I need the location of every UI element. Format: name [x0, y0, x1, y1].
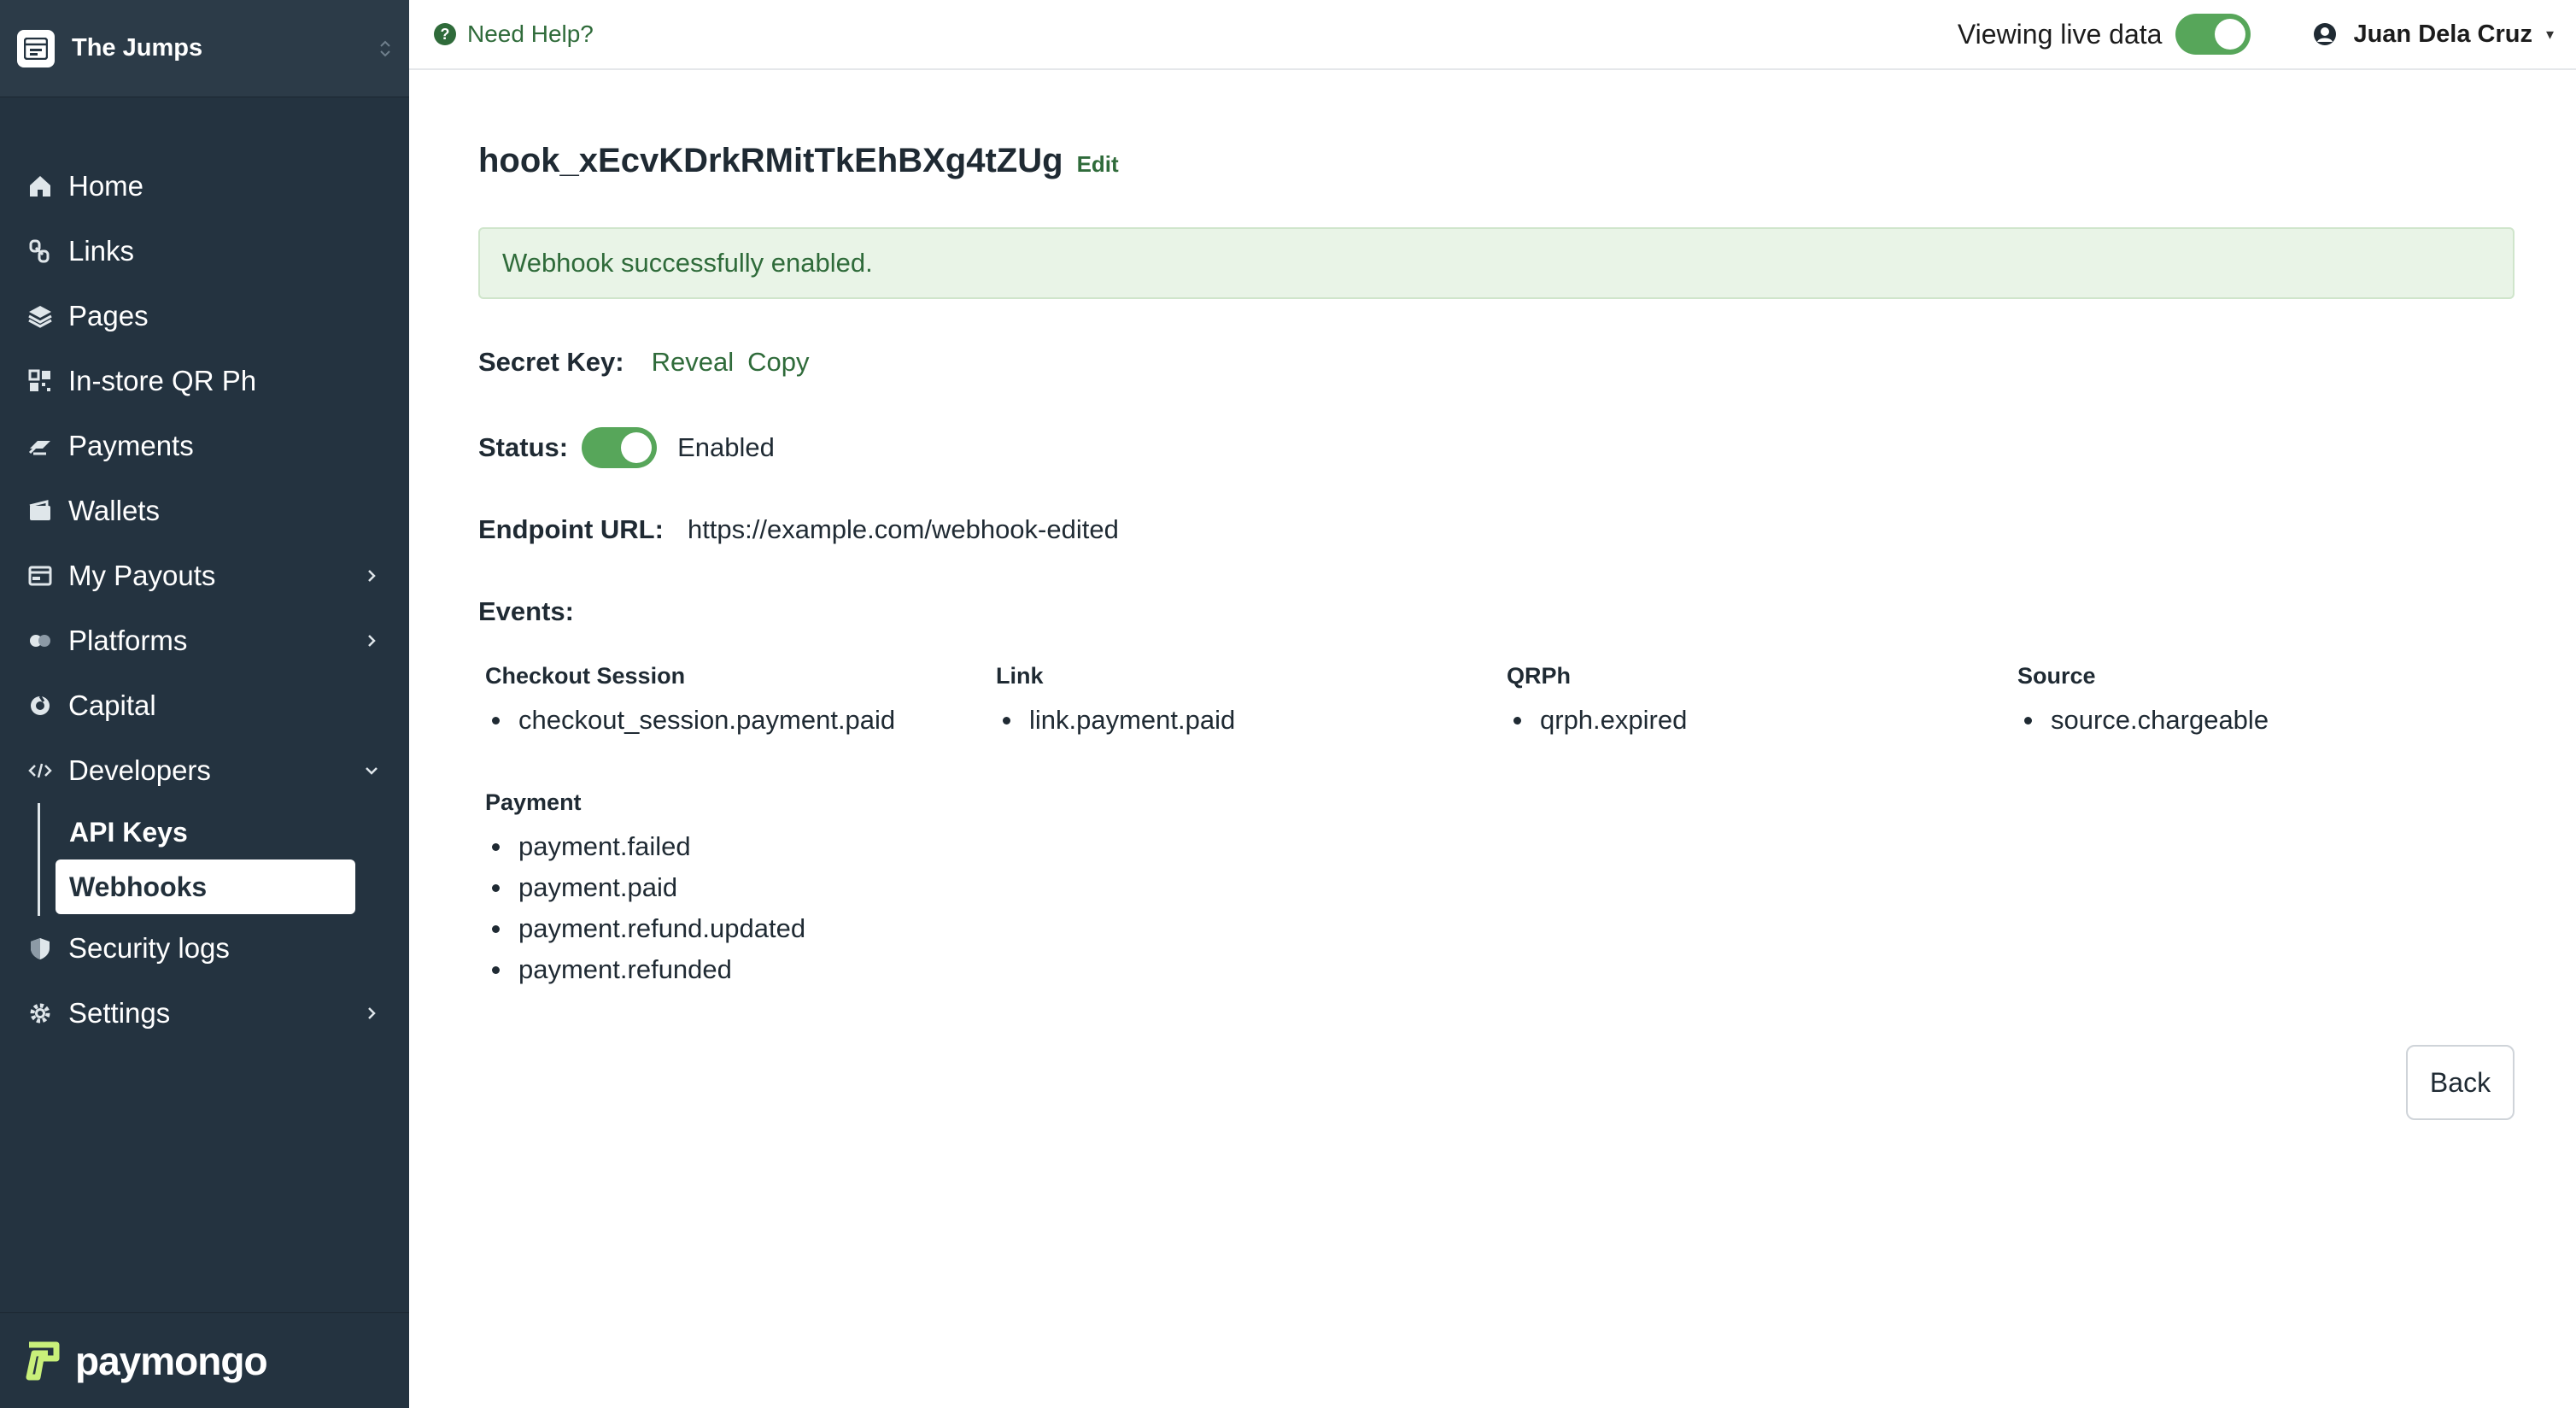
event-item: payment.paid	[485, 867, 805, 908]
user-menu[interactable]: Juan Dela Cruz ▾	[2312, 21, 2554, 49]
user-circle-icon	[2314, 23, 2337, 45]
sidebar-item-security-logs[interactable]: Security logs	[0, 916, 409, 981]
event-group-checkout-session: Checkout Session checkout_session.paymen…	[485, 663, 895, 741]
pages-icon	[26, 302, 55, 331]
store-icon	[17, 29, 55, 67]
chevron-right-icon	[368, 1007, 376, 1019]
status-row: Status: Enabled	[478, 427, 775, 468]
paymongo-mark-icon	[26, 1341, 60, 1380]
developers-subnav: API Keys Webhooks	[38, 803, 409, 916]
sidebar-item-links[interactable]: Links	[0, 219, 409, 284]
endpoint-value: https://example.com/webhook-edited	[687, 514, 1119, 544]
status-value: Enabled	[677, 432, 775, 462]
event-group-link: Link link.payment.paid	[996, 663, 1235, 741]
qr-icon	[26, 367, 55, 396]
live-data-toggle[interactable]	[2175, 14, 2251, 55]
sidebar-item-qr[interactable]: In-store QR Ph	[0, 349, 409, 414]
user-name: Juan Dela Cruz	[2353, 20, 2532, 48]
sidebar-item-home[interactable]: Home	[0, 154, 409, 219]
sidebar-item-capital[interactable]: Capital	[0, 673, 409, 738]
sidebar-item-my-payouts[interactable]: My Payouts	[0, 543, 409, 608]
org-switcher[interactable]: The Jumps	[0, 0, 409, 97]
links-icon	[26, 237, 55, 266]
event-group-source: Source source.chargeable	[2017, 663, 2269, 741]
need-help-label: Need Help?	[467, 21, 594, 47]
success-alert: Webhook successfully enabled.	[478, 227, 2515, 299]
chevron-updown-icon	[378, 38, 392, 60]
secret-key-row: Secret Key: Reveal Copy	[478, 347, 809, 378]
sidebar-item-developers[interactable]: Developers	[0, 738, 409, 803]
paymongo-logo: paymongo	[0, 1312, 409, 1408]
secret-key-label: Secret Key:	[478, 347, 624, 377]
sidebar-item-wallets[interactable]: Wallets	[0, 478, 409, 543]
sidebar: The Jumps Home Links Pages In-store QR P…	[0, 0, 409, 1408]
payments-icon	[26, 431, 55, 461]
sidebar-item-pages[interactable]: Pages	[0, 284, 409, 349]
endpoint-label: Endpoint URL:	[478, 514, 664, 544]
chevron-right-icon	[368, 635, 376, 647]
event-item: source.chargeable	[2017, 700, 2269, 741]
event-group-qrph: QRPh qrph.expired	[1507, 663, 1687, 741]
edit-link[interactable]: Edit	[1077, 151, 1119, 178]
payouts-icon	[26, 561, 55, 590]
chevron-right-icon	[368, 570, 376, 582]
gear-icon	[26, 999, 55, 1028]
sidebar-item-settings[interactable]: Settings	[0, 981, 409, 1046]
back-button[interactable]: Back	[2406, 1045, 2515, 1120]
page-title: hook_xEcvKDrkRMitTkEhBXg4tZUg	[478, 142, 1063, 179]
capital-icon	[26, 691, 55, 720]
sidebar-item-platforms[interactable]: Platforms	[0, 608, 409, 673]
event-item: link.payment.paid	[996, 700, 1235, 741]
need-help-link[interactable]: ? Need Help?	[433, 21, 594, 48]
code-icon	[26, 756, 55, 785]
event-item: payment.refunded	[485, 949, 805, 990]
status-toggle[interactable]	[582, 427, 658, 468]
copy-link[interactable]: Copy	[747, 347, 809, 378]
caret-down-icon: ▾	[2545, 25, 2554, 43]
event-item: qrph.expired	[1507, 700, 1687, 741]
help-circle-icon: ?	[434, 23, 456, 45]
topbar: ? Need Help? Viewing live data Juan Dela…	[409, 0, 2576, 70]
event-item: payment.refund.updated	[485, 908, 805, 949]
endpoint-row: Endpoint URL: https://example.com/webhoo…	[478, 514, 1119, 545]
sidebar-item-payments[interactable]: Payments	[0, 414, 409, 478]
status-label: Status:	[478, 432, 569, 462]
shield-icon	[26, 934, 55, 963]
event-item: payment.failed	[485, 826, 805, 867]
org-name: The Jumps	[72, 34, 203, 62]
sidebar-item-webhooks[interactable]: Webhooks	[56, 859, 355, 914]
webhook-title-row: hook_xEcvKDrkRMitTkEhBXg4tZUg Edit	[478, 142, 1119, 180]
reveal-link[interactable]: Reveal	[652, 347, 735, 378]
event-item: checkout_session.payment.paid	[485, 700, 895, 741]
home-icon	[26, 172, 55, 201]
events-heading: Events:	[478, 596, 574, 626]
platforms-icon	[26, 626, 55, 655]
live-data-label: Viewing live data	[1957, 18, 2163, 50]
wallet-icon	[26, 496, 55, 525]
sidebar-item-api-keys[interactable]: API Keys	[56, 805, 355, 859]
sidebar-nav: Home Links Pages In-store QR Ph Payments…	[0, 154, 409, 1046]
chevron-down-icon	[366, 767, 378, 775]
event-group-payment: Payment payment.failed payment.paid paym…	[485, 789, 805, 990]
svg-text:?: ?	[441, 26, 450, 43]
